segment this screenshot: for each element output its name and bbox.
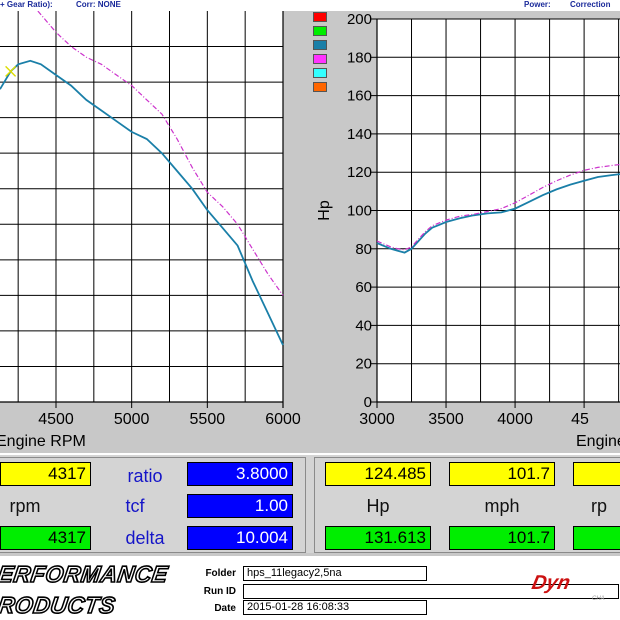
chart-right-xtick-label: 3500 bbox=[428, 411, 464, 428]
hp-chart: 0 20 40 60 80 100 120 140 160 180 200 3000 3500 4000 4… bbox=[310, 11, 620, 453]
rpm-right-top-value bbox=[573, 462, 620, 486]
legend-swatch-cyan[interactable] bbox=[313, 68, 327, 78]
rpm-bottom-value: 4317 bbox=[0, 526, 91, 550]
chart-right-ytick-label: 160 bbox=[347, 88, 372, 105]
rpm-right-label: rp bbox=[591, 496, 608, 516]
hp-top-value: 124.485 bbox=[325, 462, 431, 486]
chart-right-ytick-label: 20 bbox=[355, 356, 372, 373]
chart-right-ytick-label: 200 bbox=[347, 11, 372, 28]
folder-field[interactable]: hps_11legacy2,5na bbox=[243, 566, 427, 581]
header-power-text: Power: bbox=[524, 0, 551, 9]
chart-right-xtick-label: 3000 bbox=[359, 411, 395, 428]
chart-right-xtick-label: 4000 bbox=[497, 411, 533, 428]
chart-right-ytick-label: 0 bbox=[364, 394, 372, 411]
chart-right-ytick-label: 140 bbox=[347, 126, 372, 143]
chart-right-ytick-label: 80 bbox=[355, 241, 372, 258]
header-correction-text: Correction bbox=[570, 0, 611, 9]
chart-left-xtick-label: 5000 bbox=[114, 411, 150, 428]
dyno-brand-logo: Dyn bbox=[529, 572, 573, 594]
date-field[interactable]: 2015-01-28 16:08:33 bbox=[243, 600, 427, 615]
chart-right-xtick-label: 45 bbox=[571, 411, 589, 428]
hp-label: Hp bbox=[366, 496, 390, 516]
chart-right-ytick-label: 180 bbox=[347, 49, 372, 66]
hp-bottom-value: 131.613 bbox=[325, 526, 431, 550]
chart-left-xtick-label: 5500 bbox=[190, 411, 226, 428]
dyno-brand-sub: CHA bbox=[592, 596, 605, 602]
chart-right-ylabel: Hp bbox=[316, 200, 333, 221]
legend-swatch-orange[interactable] bbox=[313, 82, 327, 92]
mph-top-value: 101.7 bbox=[449, 462, 555, 486]
date-label: Date bbox=[214, 603, 236, 614]
folder-label: Folder bbox=[205, 568, 236, 579]
ratio-value: 3.8000 bbox=[187, 462, 293, 486]
legend-swatch-magenta[interactable] bbox=[313, 54, 327, 64]
chart-right-ytick-label: 60 bbox=[355, 279, 372, 296]
header-bar: + Gear Ratio): Corr: NONE Power: Correct… bbox=[0, 0, 620, 11]
chart-right-ytick-label: 120 bbox=[347, 164, 372, 181]
chart-right-ytick-label: 40 bbox=[355, 317, 372, 334]
logo-products: RODUCTS bbox=[0, 591, 118, 619]
footer: ERFORMANCE RODUCTS Folder hps_11legacy2,… bbox=[0, 556, 620, 620]
chart-right-ytick-label: 100 bbox=[347, 203, 372, 220]
chart-right-xlabel: Engine bbox=[576, 433, 620, 450]
chart-left-plot-area bbox=[0, 11, 283, 402]
header-gear-ratio-text: + Gear Ratio): bbox=[0, 0, 53, 9]
runid-label: Run ID bbox=[203, 586, 236, 597]
legend-swatch-blue[interactable] bbox=[313, 40, 327, 50]
mph-bottom-value: 101.7 bbox=[449, 526, 555, 550]
tcf-label: tcf bbox=[125, 496, 145, 516]
rpm-label: rpm bbox=[9, 496, 41, 516]
tcf-value: 1.00 bbox=[187, 494, 293, 518]
ratio-label: ratio bbox=[127, 466, 163, 486]
mph-label: mph bbox=[484, 496, 520, 516]
rpm-top-value: 4317 bbox=[0, 462, 91, 486]
delta-label: delta bbox=[125, 528, 165, 548]
readouts-area: 4317 rpm 4317 ratio 3.8000 tcf 1.00 delt… bbox=[0, 453, 620, 553]
chart-left-xtick-label: 6000 bbox=[265, 411, 301, 428]
legend-swatch-red[interactable] bbox=[313, 12, 327, 22]
readout-panel-right: 124.485 Hp 131.613 101.7 mph 101.7 rp bbox=[314, 457, 620, 553]
logo-performance: ERFORMANCE bbox=[0, 560, 171, 588]
chart-left-xtick-label: 4500 bbox=[38, 411, 74, 428]
legend-swatch-green[interactable] bbox=[313, 26, 327, 36]
torque-chart: 4500 5000 5500 6000 Engine RPM bbox=[0, 11, 306, 453]
rpm-right-bottom-value bbox=[573, 526, 620, 550]
chart-left-xlabel: Engine RPM bbox=[0, 433, 86, 450]
delta-value: 10.004 bbox=[187, 526, 293, 550]
header-corr-text: Corr: NONE bbox=[76, 0, 121, 9]
readout-panel-left: 4317 rpm 4317 ratio 3.8000 tcf 1.00 delt… bbox=[0, 457, 306, 553]
